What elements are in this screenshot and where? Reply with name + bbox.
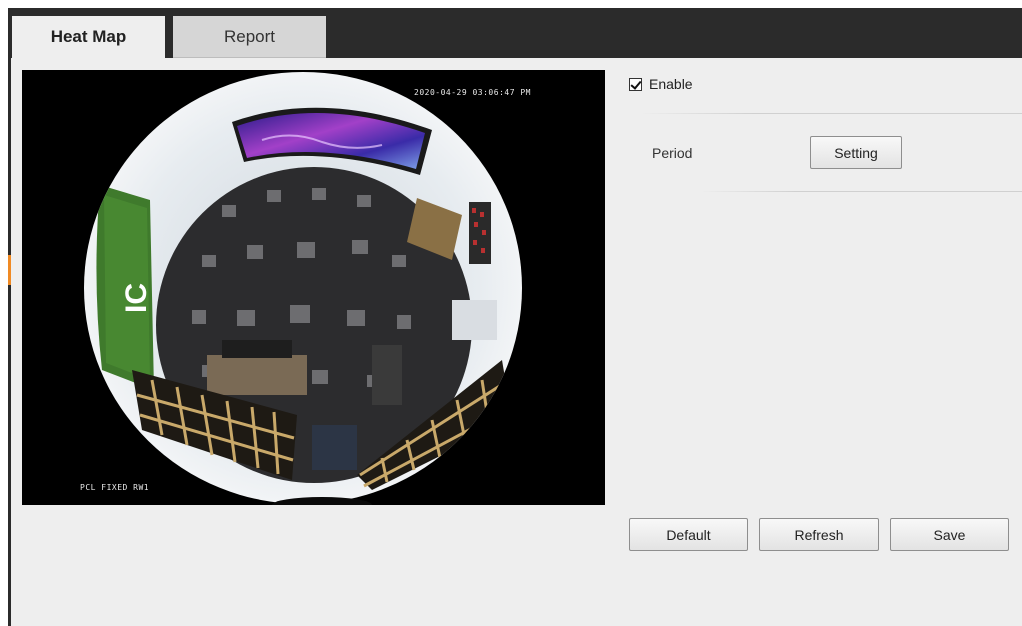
osd-channel-name: PCL FIXED RW1	[80, 483, 150, 492]
tab-heat-map[interactable]: Heat Map	[12, 16, 165, 58]
heat-map-config-page: Heat Map Report IC 2020-04-29 03:06:47 P…	[0, 0, 1022, 626]
period-setting-button[interactable]: Setting	[810, 136, 902, 169]
tab-report[interactable]: Report	[173, 16, 326, 58]
divider	[640, 113, 1022, 114]
period-label: Period	[652, 145, 693, 161]
enable-label: Enable	[649, 76, 693, 92]
refresh-button[interactable]: Refresh	[759, 518, 879, 551]
osd-timestamp: 2020-04-29 03:06:47 PM	[414, 88, 531, 97]
wall-logo-text: IC	[120, 283, 153, 313]
enable-checkbox[interactable]	[629, 77, 642, 91]
fisheye-camera-image: IC	[84, 72, 522, 505]
sidebar-collapse-handle[interactable]	[8, 255, 11, 285]
default-button[interactable]: Default	[629, 518, 748, 551]
divider	[700, 191, 1022, 192]
save-button[interactable]: Save	[890, 518, 1009, 551]
enable-checkbox-row[interactable]: Enable	[629, 76, 693, 92]
live-video-preview: IC 2020-04-29 03:06:47 PM PCL FIXED RW1	[22, 70, 605, 505]
